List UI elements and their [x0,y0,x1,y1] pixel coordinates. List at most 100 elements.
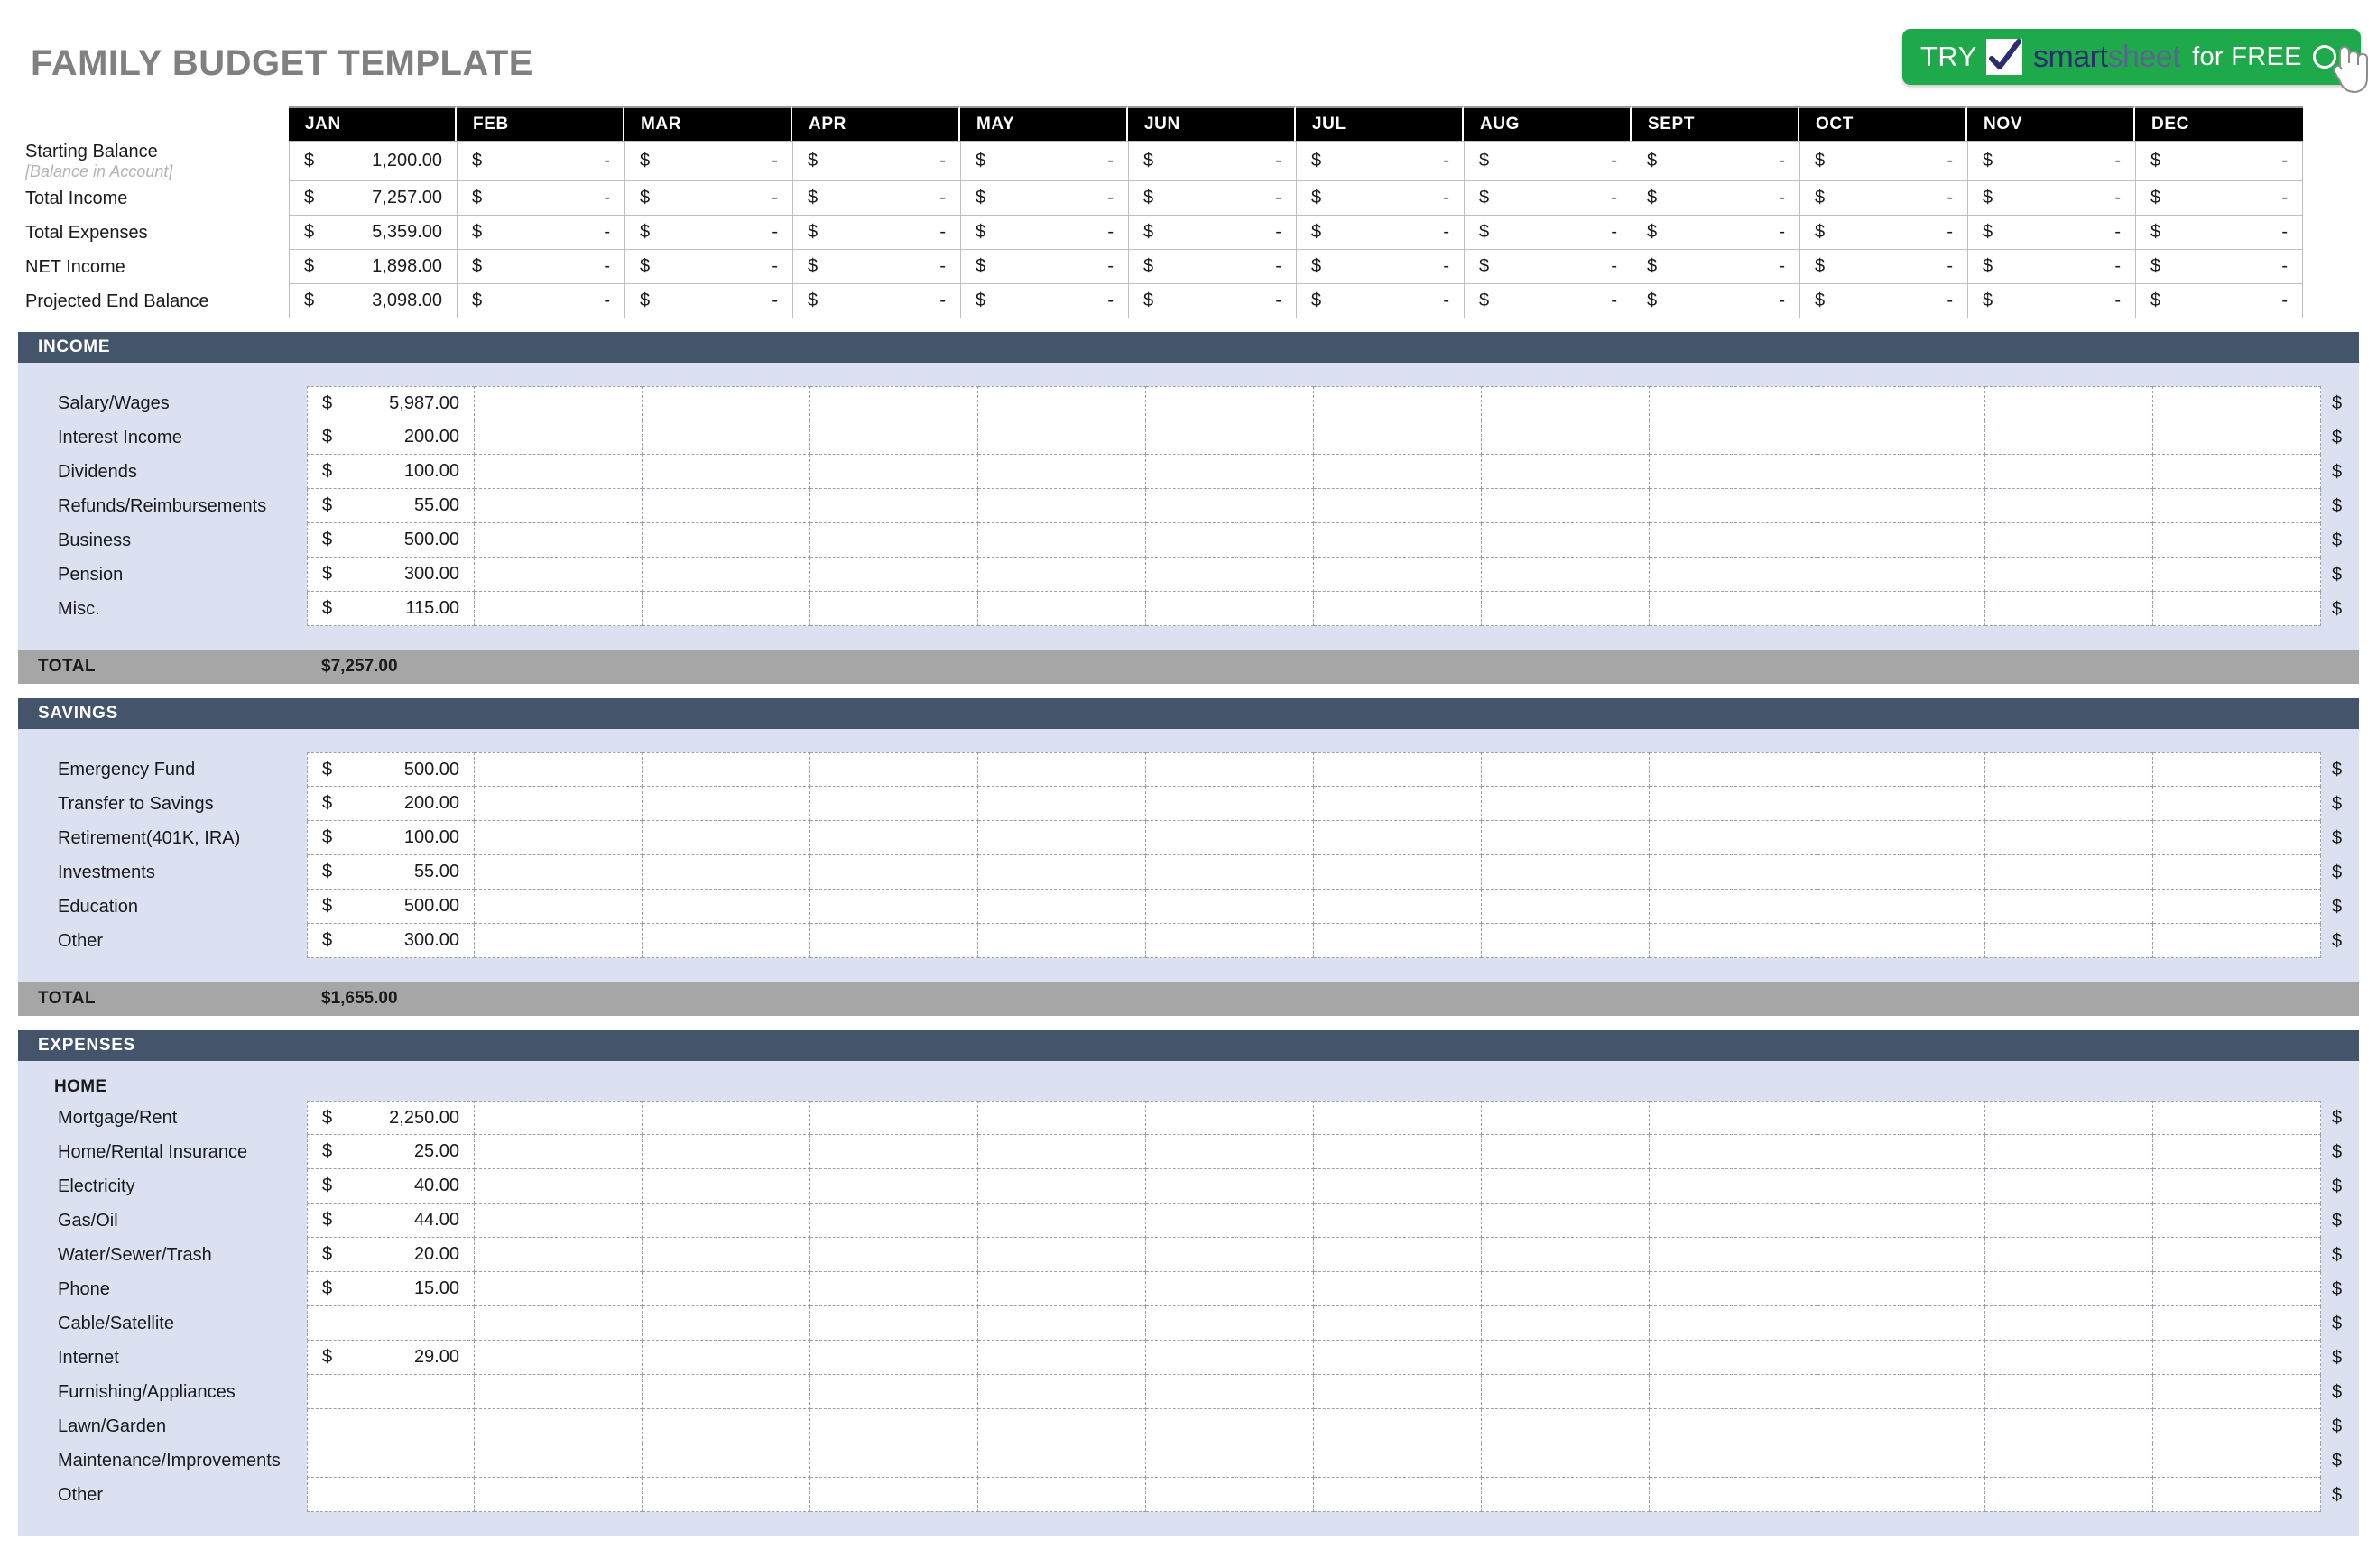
budget-cell-nov[interactable] [1985,455,2153,489]
budget-cell-jul[interactable] [1314,924,1482,958]
budget-cell-jan[interactable]: $15.00 [307,1272,475,1306]
budget-cell-mar[interactable] [643,1306,810,1341]
budget-cell-sept[interactable] [1650,386,1817,420]
budget-cell-mar[interactable] [643,592,810,626]
budget-cell-jul[interactable] [1314,1101,1482,1135]
budget-cell-apr[interactable] [810,1409,978,1443]
budget-cell-apr[interactable] [810,1478,978,1512]
budget-cell-may[interactable] [978,455,1146,489]
budget-cell-apr[interactable] [810,1169,978,1204]
summary-cell[interactable]: $ - [1296,216,1464,250]
budget-cell-mar[interactable] [643,855,810,890]
budget-cell-nov[interactable] [1985,821,2153,855]
budget-cell-apr[interactable] [810,1238,978,1272]
budget-cell-mar[interactable] [643,455,810,489]
budget-cell-may[interactable] [978,1409,1146,1443]
budget-cell-jan[interactable]: $29.00 [307,1341,475,1375]
budget-cell-oct[interactable] [1817,489,1985,523]
budget-cell-sept[interactable] [1650,1238,1817,1272]
budget-cell-sept[interactable] [1650,1272,1817,1306]
budget-cell-mar[interactable] [643,1272,810,1306]
budget-cell-dec[interactable] [2153,523,2321,558]
budget-cell-oct[interactable] [1817,1238,1985,1272]
budget-cell-apr[interactable] [810,752,978,787]
summary-cell[interactable]: $ - [1632,216,1799,250]
budget-cell-dec[interactable] [2153,1169,2321,1204]
budget-cell-apr[interactable] [810,1306,978,1341]
budget-cell-aug[interactable] [1482,1272,1650,1306]
budget-cell-jul[interactable] [1314,558,1482,592]
budget-cell-aug[interactable] [1482,523,1650,558]
budget-cell-jul[interactable] [1314,787,1482,821]
budget-cell-jun[interactable] [1146,821,1314,855]
budget-cell-feb[interactable] [475,787,643,821]
budget-cell-dec[interactable] [2153,1341,2321,1375]
summary-cell[interactable]: $ - [1799,250,1967,284]
budget-cell-jul[interactable] [1314,455,1482,489]
budget-cell-sept[interactable] [1650,1375,1817,1409]
budget-cell-dec[interactable] [2153,1478,2321,1512]
budget-cell-may[interactable] [978,1341,1146,1375]
budget-cell-jun[interactable] [1146,890,1314,924]
budget-cell-may[interactable] [978,1238,1146,1272]
budget-cell-aug[interactable] [1482,420,1650,455]
budget-cell-jun[interactable] [1146,455,1314,489]
budget-cell-jan[interactable]: $40.00 [307,1169,475,1204]
budget-cell-jun[interactable] [1146,1375,1314,1409]
budget-cell-jan[interactable]: $500.00 [307,752,475,787]
budget-cell-feb[interactable] [475,386,643,420]
budget-cell-feb[interactable] [475,1341,643,1375]
budget-cell-oct[interactable] [1817,1375,1985,1409]
budget-cell-nov[interactable] [1985,1375,2153,1409]
summary-cell[interactable]: $ - [624,181,792,216]
summary-cell[interactable]: $ - [1296,250,1464,284]
budget-cell-oct[interactable] [1817,1478,1985,1512]
budget-cell-apr[interactable] [810,890,978,924]
budget-cell-mar[interactable] [643,420,810,455]
budget-cell-nov[interactable] [1985,1306,2153,1341]
summary-cell[interactable]: $ - [1632,141,1799,181]
budget-cell-sept[interactable] [1650,1135,1817,1169]
budget-cell-nov[interactable] [1985,1341,2153,1375]
summary-cell[interactable]: $ - [624,284,792,318]
budget-cell-mar[interactable] [643,1443,810,1478]
summary-cell[interactable]: $7,257.00 [289,181,457,216]
budget-cell-aug[interactable] [1482,787,1650,821]
summary-cell[interactable]: $ - [1967,141,2135,181]
summary-cell[interactable]: $1,200.00 [289,141,457,181]
summary-cell[interactable]: $ - [1464,181,1632,216]
budget-cell-feb[interactable] [475,1101,643,1135]
summary-cell[interactable]: $ - [1128,216,1296,250]
budget-cell-nov[interactable] [1985,1409,2153,1443]
budget-cell-oct[interactable] [1817,855,1985,890]
summary-cell[interactable]: $ - [960,284,1128,318]
budget-cell-dec[interactable] [2153,821,2321,855]
budget-cell-apr[interactable] [810,855,978,890]
budget-cell-sept[interactable] [1650,1169,1817,1204]
budget-cell-oct[interactable] [1817,386,1985,420]
budget-cell-jan[interactable]: $100.00 [307,455,475,489]
summary-cell[interactable]: $ - [792,216,960,250]
budget-cell-aug[interactable] [1482,1341,1650,1375]
budget-cell-feb[interactable] [475,1409,643,1443]
budget-cell-dec[interactable] [2153,1443,2321,1478]
budget-cell-oct[interactable] [1817,1306,1985,1341]
budget-cell-mar[interactable] [643,1204,810,1238]
budget-cell-nov[interactable] [1985,1135,2153,1169]
summary-cell[interactable]: $ - [1464,250,1632,284]
budget-cell-jun[interactable] [1146,1306,1314,1341]
budget-cell-may[interactable] [978,558,1146,592]
budget-cell-oct[interactable] [1817,787,1985,821]
budget-cell-jan[interactable]: $115.00 [307,592,475,626]
budget-cell-apr[interactable] [810,1375,978,1409]
summary-cell[interactable]: $5,359.00 [289,216,457,250]
budget-cell-jan[interactable]: $20.00 [307,1238,475,1272]
summary-cell[interactable]: $ - [1632,250,1799,284]
budget-cell-aug[interactable] [1482,1204,1650,1238]
budget-cell-feb[interactable] [475,455,643,489]
budget-cell-feb[interactable] [475,592,643,626]
budget-cell-sept[interactable] [1650,1409,1817,1443]
budget-cell-jul[interactable] [1314,386,1482,420]
budget-cell-oct[interactable] [1817,752,1985,787]
budget-cell-jul[interactable] [1314,1341,1482,1375]
